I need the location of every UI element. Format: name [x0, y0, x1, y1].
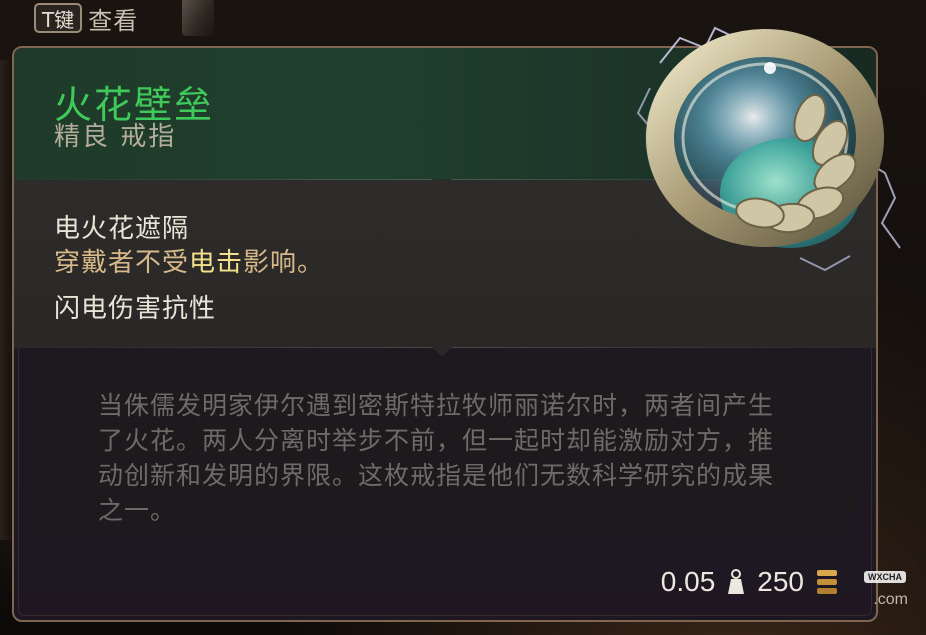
ability-desc-suffix: 影响。 — [243, 248, 325, 278]
ability-description: 穿戴者不受电击影响。 — [54, 242, 324, 279]
weight-value: 0.05 — [660, 566, 716, 597]
shocked-keyword[interactable]: 电击 — [189, 248, 243, 278]
item-tooltip: 火花壁垒 精良 戒指 电火花遮隔 穿戴者不受电击影响。 闪电伤害抗性 当侏儒发明… — [12, 46, 878, 622]
item-footer: 0.05 250 — [661, 562, 840, 602]
watermark-badge: WXCHA — [864, 571, 906, 583]
inspect-hint[interactable]: T键 查看 — [34, 0, 138, 36]
key-badge: T键 — [34, 3, 83, 33]
lightning-resistance[interactable]: 闪电伤害抗性 — [54, 288, 216, 325]
background-frame — [0, 60, 12, 540]
tooltip-header: 火花壁垒 精良 戒指 — [14, 48, 876, 180]
coin-icon — [814, 567, 840, 597]
game-screen: T键 查看 火花壁垒 精良 戒指 电火花遮隔 穿戴者不受电击影响。 闪电伤害抗性… — [0, 0, 926, 635]
site-watermark: WXCHA .com — [864, 571, 908, 609]
hint-scroll-decoration — [182, 0, 214, 36]
watermark-domain: .com — [873, 591, 908, 608]
weight-icon — [725, 568, 747, 596]
price-value: 250 — [757, 566, 804, 597]
ability-title: 电火花遮隔 — [54, 214, 190, 244]
item-properties: 电火花遮隔 穿戴者不受电击影响。 闪电伤害抗性 — [14, 180, 876, 348]
inspect-label: 查看 — [88, 6, 139, 35]
item-rarity-type: 精良 戒指 — [54, 122, 177, 152]
lore-text: 当侏儒发明家伊尔遇到密斯特拉牧师丽诺尔时，两者间产生了火花。两人分离时举步不前，… — [98, 391, 775, 525]
ability-desc-prefix: 穿戴者不受 — [54, 248, 190, 278]
